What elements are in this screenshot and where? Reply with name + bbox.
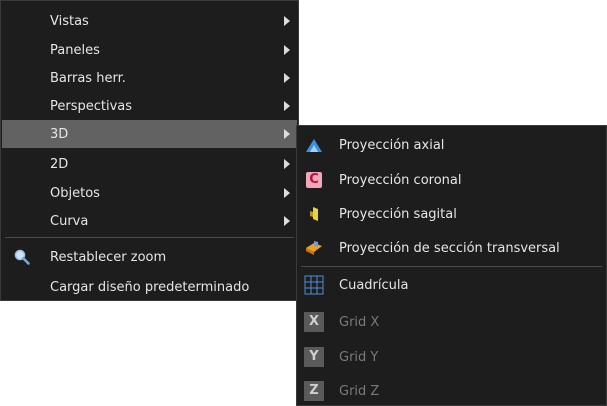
menu-item-curva[interactable]: Curva (2, 207, 297, 235)
menu-item-cuadricula[interactable]: Cuadrícula (298, 271, 605, 299)
coronal-letter: C (306, 172, 322, 188)
submenu-arrow-icon (284, 45, 290, 55)
menu-item-label: Vistas (50, 13, 89, 29)
menu-item-proyeccion-seccion-transversal[interactable]: Proyección de sección transversal (298, 234, 605, 262)
menu-item-3d[interactable]: 3D (2, 120, 297, 148)
menu-item-label: Proyección axial (339, 137, 445, 153)
menu-item-label: Grid X (339, 314, 380, 330)
menu-item-label: Restablecer zoom (50, 249, 167, 265)
menu-item-proyeccion-axial[interactable]: Proyección axial (298, 131, 605, 159)
submenu-arrow-icon (284, 188, 290, 198)
menu-item-cargar-diseno[interactable]: Cargar diseño predeterminado (2, 273, 297, 301)
menu-item-label: Grid Z (339, 383, 380, 399)
menu-item-barras-herr[interactable]: Barras herr. (2, 64, 297, 92)
magnifier-icon (13, 248, 31, 266)
menu-separator (5, 237, 294, 238)
submenu-arrow-icon (284, 129, 290, 139)
grid-z-icon: Z (304, 381, 324, 401)
submenu-arrow-icon (284, 73, 290, 83)
menu-item-label: Grid Y (339, 349, 379, 365)
menu-item-restablecer-zoom[interactable]: Restablecer zoom (2, 243, 297, 271)
menu-item-label: Proyección sagital (339, 206, 457, 222)
menu-item-label: 2D (50, 156, 69, 172)
menu-item-proyeccion-sagital[interactable]: Proyección sagital (298, 200, 605, 228)
sagittal-projection-icon (304, 204, 324, 224)
menu-item-label: Proyección coronal (339, 172, 462, 188)
menu-separator (301, 266, 602, 267)
menu-item-label: Barras herr. (50, 70, 126, 86)
menu-item-2d[interactable]: 2D (2, 150, 297, 178)
menu-item-label: Cargar diseño predeterminado (50, 279, 250, 295)
axial-projection-icon (304, 135, 324, 155)
menu-item-grid-y[interactable]: Y Grid Y (298, 343, 605, 371)
submenu-arrow-icon (284, 16, 290, 26)
menu-item-objetos[interactable]: Objetos (2, 179, 297, 207)
menu-item-grid-z[interactable]: Z Grid Z (298, 377, 605, 405)
menu-item-label: Paneles (50, 42, 100, 58)
grid-x-letter: X (304, 312, 324, 332)
menu-item-label: Proyección de sección transversal (339, 240, 560, 256)
menu-item-label: Perspectivas (50, 98, 133, 114)
grid-icon (304, 275, 324, 295)
cross-section-projection-icon (304, 238, 324, 258)
menu-item-label: Objetos (50, 185, 100, 201)
submenu-arrow-icon (284, 159, 290, 169)
submenu-arrow-icon (284, 101, 290, 111)
grid-z-letter: Z (304, 381, 324, 401)
coronal-projection-icon: C (304, 170, 324, 190)
menu-item-perspectivas[interactable]: Perspectivas (2, 92, 297, 120)
menu-item-vistas[interactable]: Vistas (2, 7, 297, 35)
menu-item-label: Cuadrícula (339, 277, 409, 293)
grid-x-icon: X (304, 312, 324, 332)
grid-y-letter: Y (304, 347, 324, 367)
menu-item-grid-x[interactable]: X Grid X (298, 308, 605, 336)
submenu-arrow-icon (284, 216, 290, 226)
grid-y-icon: Y (304, 347, 324, 367)
menu-item-label: Curva (50, 213, 89, 229)
menu-item-paneles[interactable]: Paneles (2, 36, 297, 64)
context-menu: Vistas Paneles Barras herr. Perspectivas… (0, 0, 299, 301)
submenu-3d: Proyección axial C Proyección coronal Pr… (296, 125, 607, 406)
menu-item-label: 3D (50, 126, 69, 142)
menu-item-proyeccion-coronal[interactable]: C Proyección coronal (298, 166, 605, 194)
